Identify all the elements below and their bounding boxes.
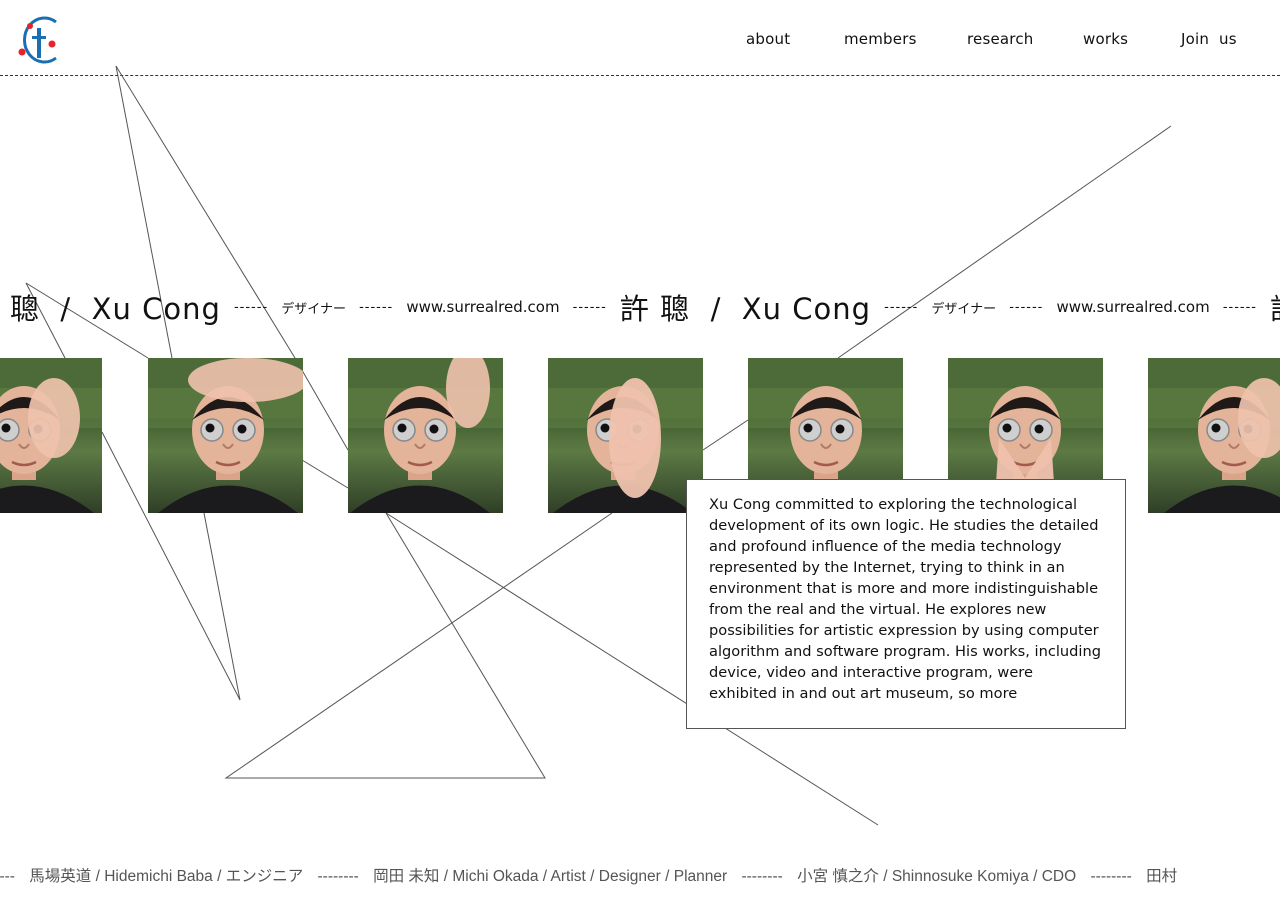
member-entry[interactable]: 馬場英道 / Hidemichi Baba / エンジニア: [29, 868, 303, 885]
ticker-separator: --------: [317, 868, 359, 885]
profile-name: 許 聰: [1270, 286, 1280, 328]
members-ticker: ------ 馬場英道 / Hidemichi Baba / エンジニア ---…: [0, 864, 1280, 888]
ticker-separator: ------: [572, 299, 607, 315]
profile-ticker-row: 聰 / Xu Cong ------ デザイナー ------ www.surr…: [0, 286, 1280, 336]
ticker-separator: ------: [0, 868, 15, 885]
profile-photo[interactable]: [1148, 358, 1280, 513]
profile-photo[interactable]: [348, 358, 503, 513]
ticker-separator: --------: [1090, 868, 1132, 885]
nav-join-us-link[interactable]: Join us: [1181, 30, 1237, 48]
portrait-icon: [348, 358, 503, 513]
profile-ticker: 聰 / Xu Cong ------ デザイナー ------ www.surr…: [0, 286, 1280, 336]
members-ticker-row: ------ 馬場英道 / Hidemichi Baba / エンジニア ---…: [0, 864, 1187, 886]
portrait-icon: [0, 358, 102, 513]
profile-photo[interactable]: [548, 358, 703, 513]
ticker-separator: ------: [1222, 299, 1257, 315]
portrait-icon: [1148, 358, 1280, 513]
nav-members-link[interactable]: members: [844, 30, 917, 48]
ticker-separator: ------: [359, 299, 394, 315]
nav-about-link[interactable]: about: [746, 30, 790, 48]
profile-photo[interactable]: [148, 358, 303, 513]
portrait-icon: [548, 358, 703, 513]
ticker-separator: ------: [884, 299, 919, 315]
nav-works-link[interactable]: works: [1083, 30, 1128, 48]
ticker-separator: ------: [233, 299, 269, 315]
profile-role: デザイナー: [281, 301, 346, 317]
portrait-icon: [148, 358, 303, 513]
ticker-separator: ------: [1009, 299, 1044, 315]
main-nav: about members research works Join us: [0, 30, 1280, 54]
profile-name: 聰 / Xu Cong: [10, 292, 221, 326]
profile-url-link[interactable]: www.surrealred.com: [1056, 298, 1209, 316]
profile-url-link[interactable]: www.surrealred.com: [406, 298, 559, 316]
profile-photo[interactable]: [0, 358, 102, 513]
nav-research-link[interactable]: research: [967, 30, 1034, 48]
member-entry[interactable]: 岡田 未知 / Michi Okada / Artist / Designer …: [373, 868, 727, 885]
profile-name: 許 聰 / Xu Cong: [619, 292, 872, 326]
member-entry[interactable]: 田村: [1146, 868, 1177, 885]
member-entry[interactable]: 小宮 慎之介 / Shinnosuke Komiya / CDO: [797, 868, 1076, 885]
profile-bio: Xu Cong committed to exploring the techn…: [686, 479, 1126, 729]
profile-role: デザイナー: [931, 301, 997, 317]
ticker-separator: --------: [741, 868, 783, 885]
header-divider: [0, 75, 1280, 76]
